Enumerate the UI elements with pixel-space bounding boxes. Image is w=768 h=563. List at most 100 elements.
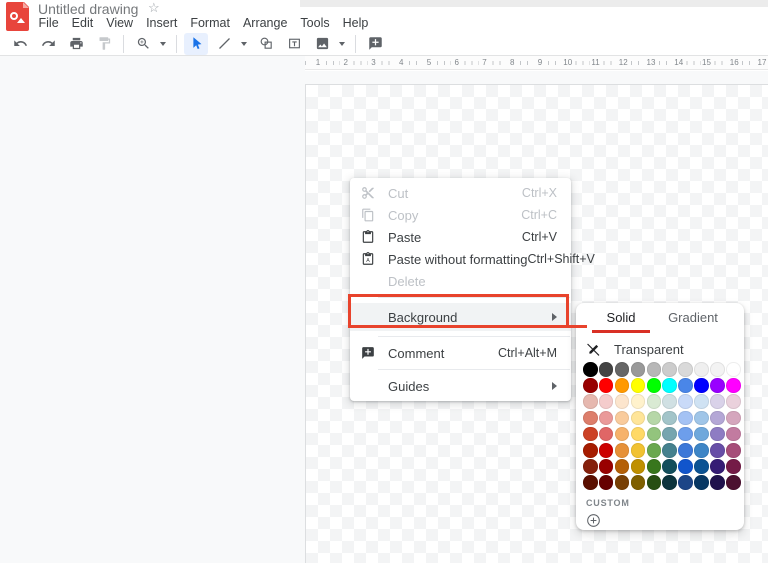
color-swatch[interactable] (710, 459, 725, 474)
menu-edit[interactable]: Edit (65, 15, 100, 32)
menu-help[interactable]: Help (336, 15, 375, 32)
color-swatch[interactable] (630, 410, 646, 426)
color-swatch[interactable] (662, 459, 678, 474)
color-swatch[interactable] (630, 394, 646, 409)
color-swatch[interactable] (678, 378, 693, 393)
color-swatch[interactable] (614, 378, 630, 393)
color-swatch[interactable] (598, 475, 614, 490)
color-swatch[interactable] (726, 394, 741, 409)
color-swatch[interactable] (598, 459, 614, 474)
color-swatch[interactable] (630, 426, 646, 442)
zoom-button[interactable] (131, 33, 155, 55)
redo-button[interactable] (36, 33, 60, 55)
color-swatch[interactable] (598, 442, 614, 458)
color-swatch[interactable] (583, 426, 598, 442)
color-swatch[interactable] (646, 475, 662, 490)
context-menu-item-background[interactable]: Background (350, 303, 571, 331)
transparent-option[interactable]: Transparent (586, 338, 744, 360)
context-menu-item-paste-without-formatting[interactable]: A Paste without formatting Ctrl+Shift+V (350, 248, 595, 270)
color-swatch[interactable] (583, 475, 598, 490)
color-swatch[interactable] (710, 475, 725, 490)
color-swatch[interactable] (662, 475, 678, 490)
color-swatch[interactable] (662, 394, 678, 409)
color-swatch[interactable] (646, 394, 662, 409)
context-menu-item-paste[interactable]: Paste Ctrl+V (350, 226, 571, 248)
menu-file[interactable]: File (32, 15, 65, 32)
color-swatch[interactable] (678, 475, 693, 490)
color-swatch[interactable] (710, 378, 725, 393)
color-swatch[interactable] (630, 442, 646, 458)
color-swatch[interactable] (662, 410, 678, 426)
color-swatch[interactable] (614, 475, 630, 490)
tab-solid[interactable]: Solid (592, 303, 650, 333)
color-swatch[interactable] (678, 394, 693, 409)
color-swatch[interactable] (694, 394, 709, 409)
menu-arrange[interactable]: Arrange (236, 15, 293, 32)
menu-format[interactable]: Format (184, 15, 237, 32)
color-swatch[interactable] (598, 394, 614, 409)
color-swatch[interactable] (726, 362, 741, 377)
image-dropdown-caret-icon[interactable] (339, 41, 345, 46)
add-custom-color-button[interactable] (586, 513, 601, 528)
color-swatch[interactable] (646, 459, 662, 474)
color-swatch[interactable] (598, 410, 614, 426)
select-button[interactable] (184, 32, 208, 55)
color-swatch[interactable] (662, 362, 678, 377)
color-swatch[interactable] (726, 410, 741, 426)
color-swatch[interactable] (694, 475, 709, 490)
insert-comment-button[interactable] (363, 33, 387, 55)
color-swatch[interactable] (710, 362, 725, 377)
color-swatch[interactable] (614, 394, 630, 409)
color-swatch[interactable] (583, 442, 598, 458)
text-box-button[interactable] (282, 33, 306, 55)
color-swatch[interactable] (583, 410, 598, 426)
menu-tools[interactable]: Tools (294, 15, 336, 32)
tab-gradient[interactable]: Gradient (656, 303, 730, 333)
color-swatch[interactable] (726, 459, 741, 474)
color-swatch[interactable] (710, 410, 725, 426)
menu-insert[interactable]: Insert (140, 15, 184, 32)
star-outline-icon[interactable]: ☆ (148, 0, 160, 16)
color-swatch[interactable] (726, 475, 741, 490)
color-swatch[interactable] (678, 426, 693, 442)
horizontal-ruler[interactable]: 1 2 3 4 5 6 7 8 9 10 11 12 13 14 15 16 17 (305, 56, 768, 70)
color-swatch[interactable] (598, 378, 614, 393)
color-swatch[interactable] (694, 378, 709, 393)
color-swatch[interactable] (662, 442, 678, 458)
color-swatch[interactable] (646, 362, 662, 377)
drawings-logo[interactable] (6, 1, 30, 31)
print-button[interactable] (64, 33, 88, 55)
color-swatch[interactable] (694, 459, 709, 474)
context-menu-item-comment[interactable]: Comment Ctrl+Alt+M (350, 342, 571, 364)
color-swatch[interactable] (694, 362, 709, 377)
color-swatch[interactable] (694, 410, 709, 426)
color-swatch[interactable] (598, 362, 614, 377)
color-swatch[interactable] (646, 442, 662, 458)
color-swatch[interactable] (646, 378, 662, 393)
color-swatch[interactable] (583, 459, 598, 474)
color-swatch[interactable] (583, 378, 598, 393)
color-swatch[interactable] (630, 475, 646, 490)
color-swatch[interactable] (710, 426, 725, 442)
color-swatch[interactable] (614, 442, 630, 458)
color-swatch[interactable] (614, 410, 630, 426)
line-button[interactable] (212, 33, 236, 55)
color-swatch[interactable] (583, 394, 598, 409)
color-swatch[interactable] (710, 394, 725, 409)
color-swatch[interactable] (678, 410, 693, 426)
color-swatch[interactable] (583, 362, 598, 377)
color-swatch[interactable] (614, 362, 630, 377)
image-button[interactable] (310, 33, 334, 55)
color-swatch[interactable] (646, 410, 662, 426)
color-swatch[interactable] (614, 426, 630, 442)
color-swatch[interactable] (710, 442, 725, 458)
context-menu-item-guides[interactable]: Guides (350, 375, 571, 397)
shape-button[interactable] (254, 33, 278, 55)
color-swatch[interactable] (678, 362, 693, 377)
color-swatch[interactable] (678, 459, 693, 474)
color-swatch[interactable] (630, 459, 646, 474)
color-swatch[interactable] (726, 378, 741, 393)
color-swatch[interactable] (678, 442, 693, 458)
line-dropdown-caret-icon[interactable] (241, 41, 247, 46)
color-swatch[interactable] (694, 442, 709, 458)
